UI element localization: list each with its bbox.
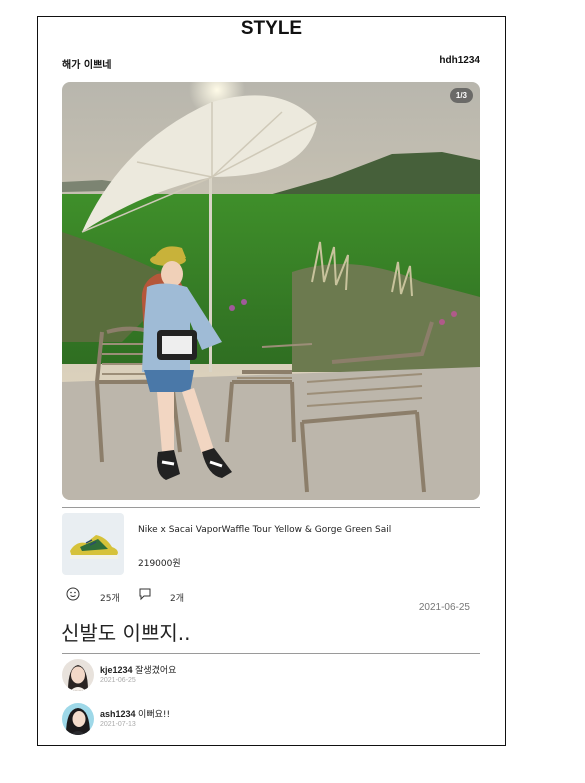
photo-image bbox=[62, 82, 480, 500]
post-date: 2021-06-25 bbox=[418, 602, 470, 613]
divider bbox=[62, 507, 480, 508]
divider bbox=[62, 653, 480, 654]
product-name[interactable]: Nike x Sacai VaporWaffle Tour Yellow & G… bbox=[138, 525, 391, 535]
author-username[interactable]: hdh1234 bbox=[439, 55, 480, 66]
comment-item: ash1234 이뻐요!! 2021-07-13 bbox=[62, 703, 480, 737]
comment-item: kje1234 잘생겼어요 2021-06-25 bbox=[62, 659, 480, 693]
comment-author: kje1234 잘생겼어요 bbox=[100, 663, 176, 676]
smile-icon[interactable] bbox=[66, 587, 80, 601]
tagged-product[interactable]: Nike x Sacai VaporWaffle Tour Yellow & G… bbox=[62, 513, 480, 575]
post-actions: 25개 2개 bbox=[62, 587, 480, 607]
comment-author: ash1234 이뻐요!! bbox=[100, 707, 170, 720]
photo-counter: 1/3 bbox=[449, 88, 473, 103]
avatar[interactable] bbox=[62, 703, 94, 735]
post-caption: 신발도 이쁘지.. bbox=[61, 621, 191, 645]
comment-text: 이뻐요!! bbox=[138, 710, 171, 720]
comment-date: 2021-07-13 bbox=[100, 721, 136, 728]
product-price: 219000원 bbox=[138, 559, 181, 569]
like-count: 25개 bbox=[100, 594, 120, 604]
post-title: 해가 이쁘네 bbox=[62, 60, 112, 71]
comment-count: 2개 bbox=[170, 594, 185, 604]
post-photo[interactable]: 1/3 bbox=[62, 82, 480, 500]
comment-username[interactable]: kje1234 bbox=[100, 665, 133, 675]
comment-username[interactable]: ash1234 bbox=[100, 709, 136, 719]
speech-bubble-icon[interactable] bbox=[138, 587, 152, 601]
page-title: STYLE bbox=[240, 18, 303, 39]
sneaker-icon[interactable] bbox=[62, 513, 124, 575]
style-post-card: STYLE 해가 이쁘네 hdh1234 1/3 Nike x Sacai Va… bbox=[37, 16, 506, 746]
comment-date: 2021-06-25 bbox=[100, 677, 136, 684]
comment-text: 잘생겼어요 bbox=[135, 666, 177, 676]
avatar[interactable] bbox=[62, 659, 94, 691]
